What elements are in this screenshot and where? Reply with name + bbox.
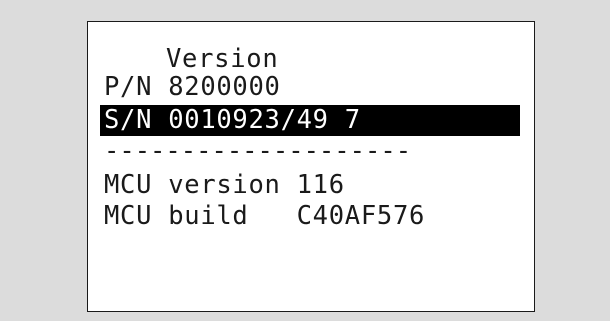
part-number-row: P/N 8200000	[104, 72, 281, 102]
mcu-version-row: MCU version 116	[104, 170, 345, 200]
lcd-screen: Version P/N 8200000 S/N 0010923/49 7 ---…	[87, 21, 535, 312]
serial-number-row-selected[interactable]: S/N 0010923/49 7	[100, 105, 520, 136]
mcu-build-row: MCU build C40AF576	[104, 201, 426, 231]
screen-title: Version	[166, 44, 279, 74]
divider-line: --------------------	[104, 136, 412, 166]
